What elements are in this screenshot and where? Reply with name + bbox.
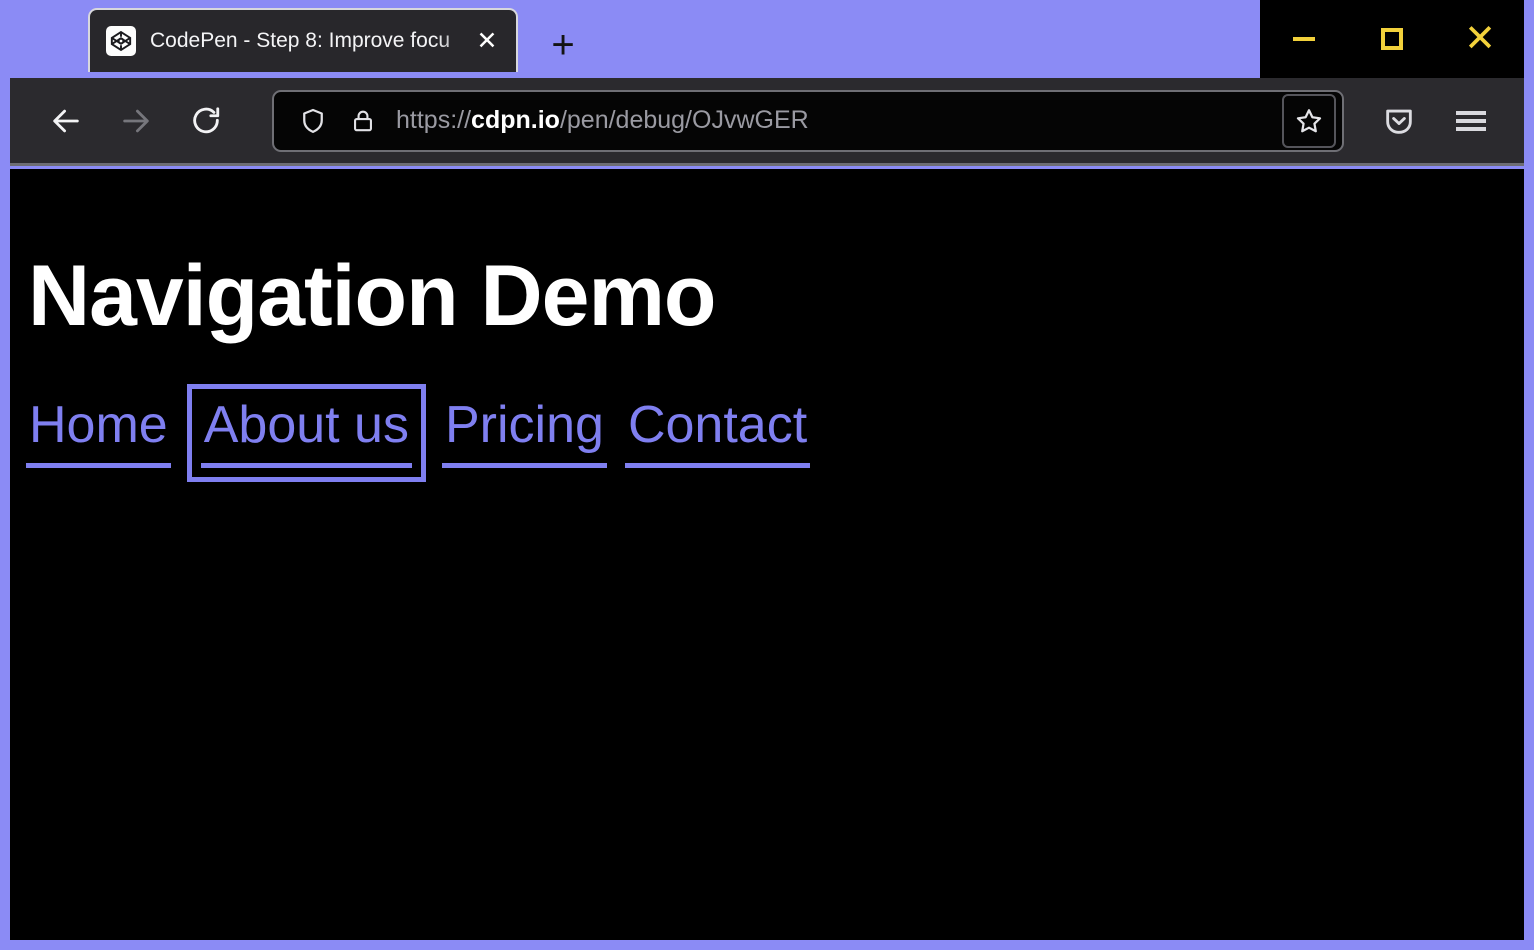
maximize-icon <box>1381 28 1403 50</box>
nav-link-about-us[interactable]: About us <box>201 398 412 468</box>
tab-list: CodePen - Step 8: Improve focu ✕ + <box>88 8 592 74</box>
pocket-icon <box>1382 104 1416 138</box>
lock-icon[interactable] <box>344 102 382 140</box>
page-content: Navigation Demo Home About us Pricing Co… <box>10 169 1524 940</box>
close-window-button[interactable]: ✕ <box>1445 4 1515 74</box>
forward-button <box>108 93 164 149</box>
star-icon <box>1294 106 1324 136</box>
url-text[interactable]: https://cdpn.io/pen/debug/OJvwGER <box>396 106 1282 135</box>
close-icon[interactable]: ✕ <box>472 26 502 56</box>
pocket-button[interactable] <box>1372 94 1426 148</box>
minimize-button[interactable] <box>1269 4 1339 74</box>
nav-link-home[interactable]: Home <box>26 398 171 468</box>
url-scheme: https:// <box>396 106 471 134</box>
close-icon: ✕ <box>1464 20 1496 58</box>
nav-link-pricing[interactable]: Pricing <box>442 398 607 468</box>
browser-window: CodePen - Step 8: Improve focu ✕ + ✕ <box>0 0 1534 950</box>
codepen-icon <box>106 26 136 56</box>
shield-icon[interactable] <box>294 102 332 140</box>
new-tab-button[interactable]: + <box>534 16 592 74</box>
tab-strip: CodePen - Step 8: Improve focu ✕ + ✕ <box>0 0 1534 78</box>
minimize-icon <box>1293 37 1315 41</box>
reload-button[interactable] <box>178 93 234 149</box>
nav-link-contact[interactable]: Contact <box>625 398 810 468</box>
url-host: cdpn.io <box>471 106 560 134</box>
window-controls: ✕ <box>1260 0 1524 78</box>
hamburger-icon <box>1456 107 1486 135</box>
reload-icon <box>189 104 223 138</box>
arrow-right-icon <box>119 104 153 138</box>
bookmark-star-button[interactable] <box>1282 94 1336 148</box>
browser-tab[interactable]: CodePen - Step 8: Improve focu ✕ <box>88 8 518 72</box>
url-bar[interactable]: https://cdpn.io/pen/debug/OJvwGER <box>272 90 1344 152</box>
main-navigation: Home About us Pricing Contact <box>26 393 1524 473</box>
url-path: /pen/debug/OJvwGER <box>560 106 809 134</box>
tab-title: CodePen - Step 8: Improve focu <box>150 27 498 55</box>
maximize-button[interactable] <box>1357 4 1427 74</box>
menu-button[interactable] <box>1444 94 1498 148</box>
arrow-left-icon <box>49 104 83 138</box>
back-button[interactable] <box>38 93 94 149</box>
navigation-toolbar: https://cdpn.io/pen/debug/OJvwGER <box>10 78 1524 166</box>
page-title: Navigation Demo <box>28 253 1524 339</box>
